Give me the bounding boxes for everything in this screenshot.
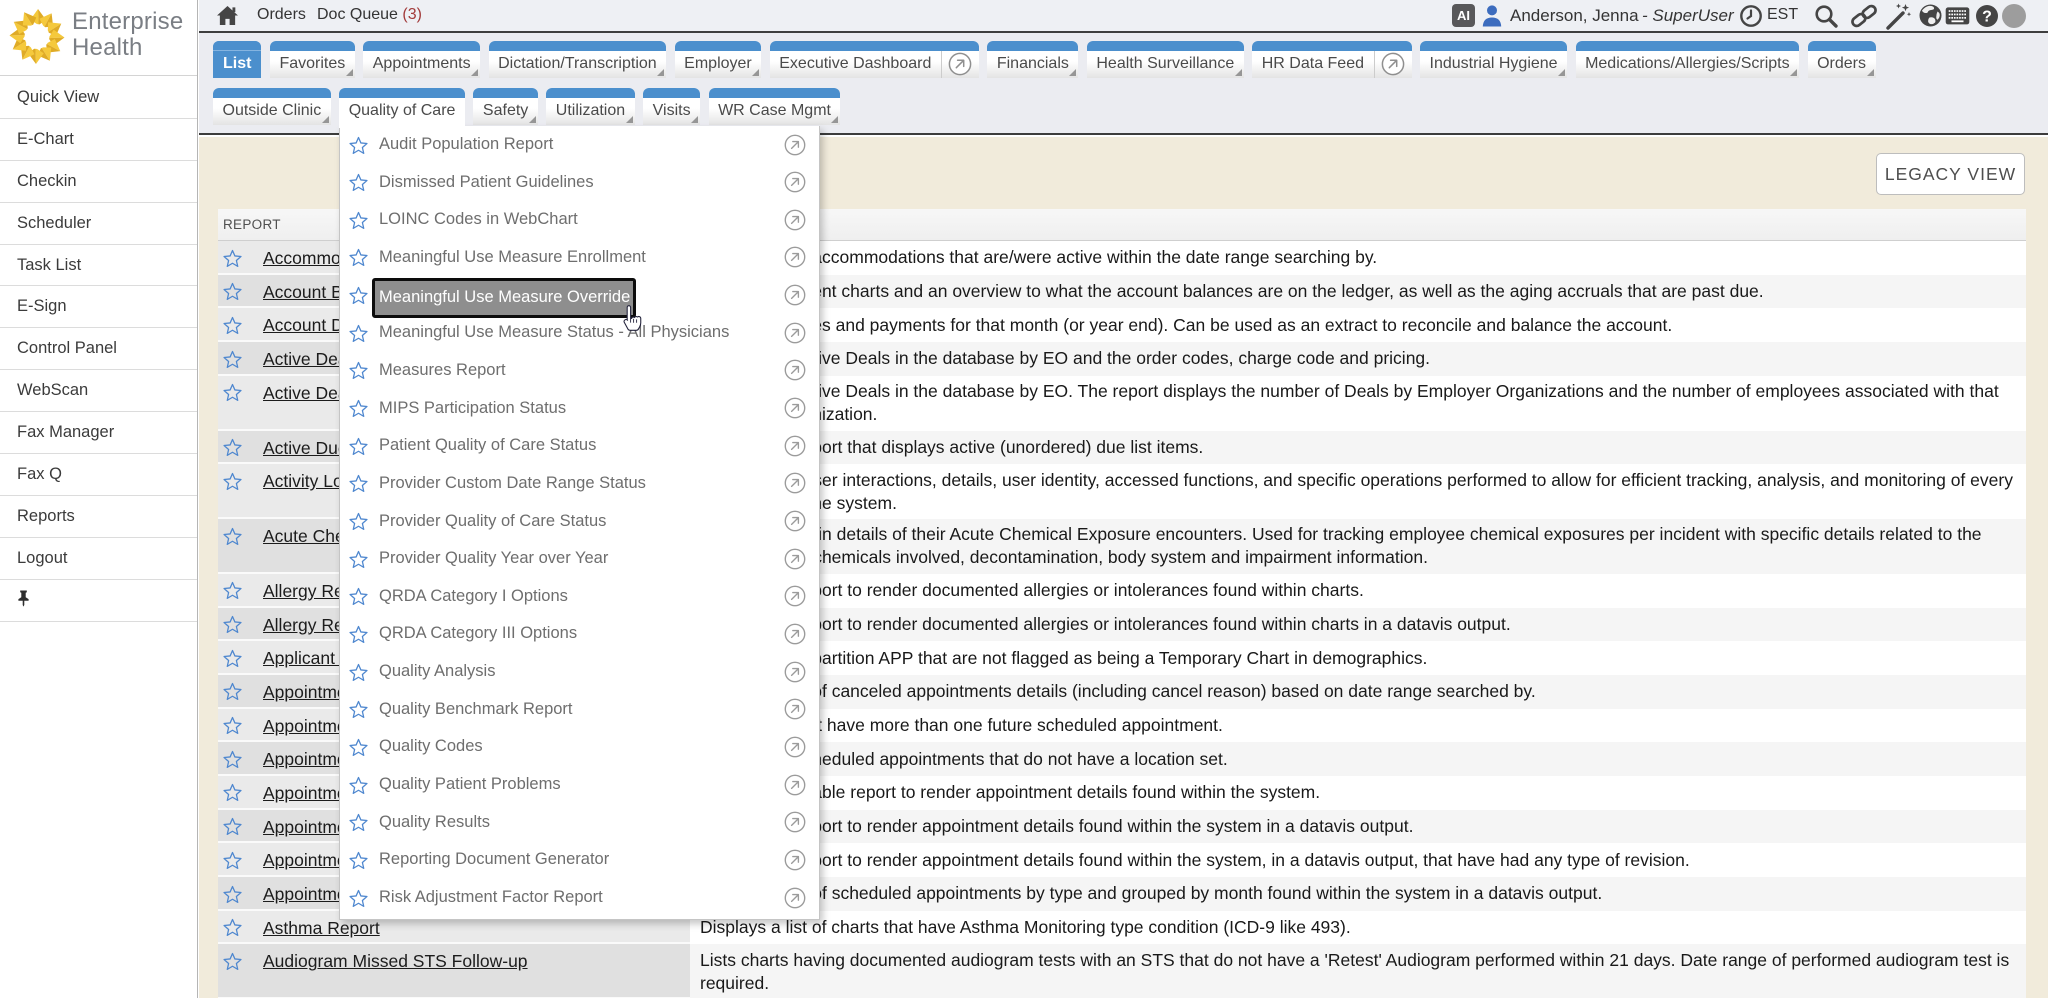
svg-text:?: ? — [1982, 9, 1992, 26]
